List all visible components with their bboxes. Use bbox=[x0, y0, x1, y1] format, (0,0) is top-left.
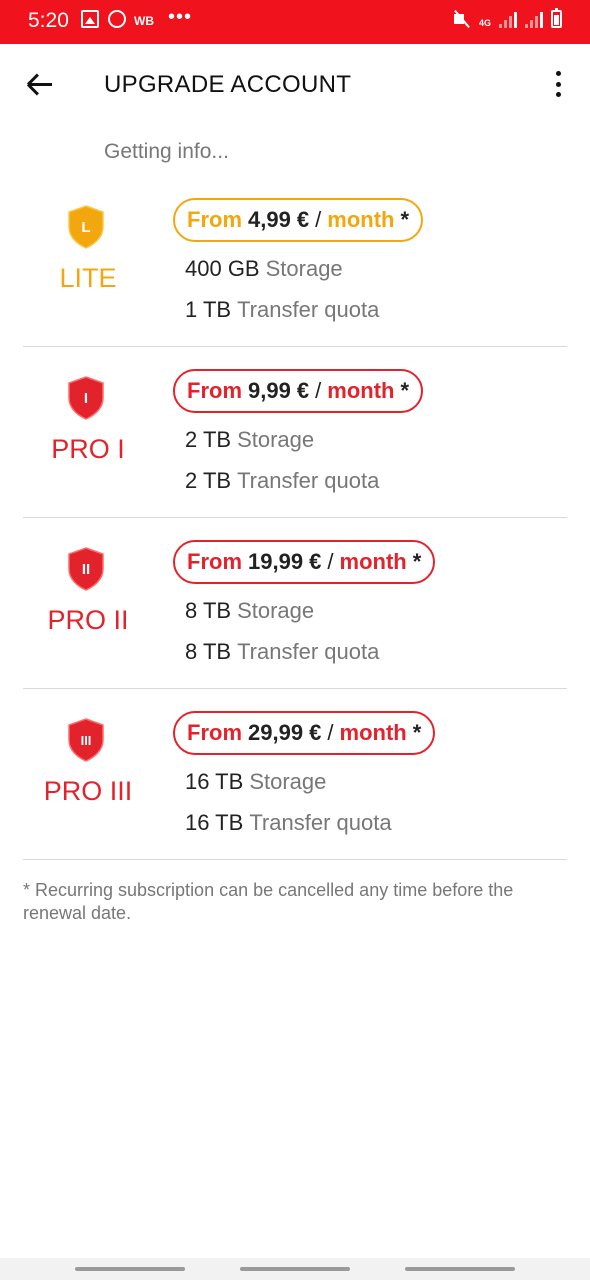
plan-badge: II bbox=[82, 561, 90, 578]
transfer-label: Transfer quota bbox=[237, 639, 380, 664]
plan-badge: III bbox=[81, 733, 92, 748]
transfer-label: Transfer quota bbox=[237, 297, 380, 322]
signal-icon-2 bbox=[525, 12, 543, 28]
app-toolbar: UPGRADE ACCOUNT bbox=[0, 44, 590, 126]
transfer-label: Transfer quota bbox=[249, 810, 392, 835]
subscription-footnote: * Recurring subscription can be cancelle… bbox=[23, 880, 514, 923]
carrier-tag: WB bbox=[134, 14, 154, 28]
storage-amount: 400 GB bbox=[185, 256, 260, 281]
plan-shield-icon: II bbox=[66, 547, 106, 591]
storage-feature: 8 TB Storage bbox=[185, 598, 314, 624]
more-notifications-icon: ••• bbox=[168, 6, 193, 28]
page-title: UPGRADE ACCOUNT bbox=[104, 71, 352, 98]
storage-feature: 2 TB Storage bbox=[185, 427, 314, 453]
nav-handle-right[interactable] bbox=[405, 1267, 515, 1271]
status-time: 5:20 bbox=[28, 9, 69, 32]
plan-name: PRO II bbox=[47, 605, 129, 635]
price-asterisk: * bbox=[400, 207, 410, 232]
storage-amount: 16 TB bbox=[185, 769, 244, 794]
price-separator: / bbox=[315, 378, 322, 403]
price-period: month bbox=[327, 207, 395, 232]
plan-row[interactable]: III PRO III From 29,99 € / month * 16 TB… bbox=[23, 690, 567, 860]
plan-badge: L bbox=[81, 219, 90, 236]
transfer-amount: 16 TB bbox=[185, 810, 244, 835]
transfer-feature: 16 TB Transfer quota bbox=[185, 810, 392, 836]
price-badge[interactable]: From 29,99 € / month * bbox=[173, 711, 436, 755]
signal-icon bbox=[499, 12, 517, 28]
storage-label: Storage bbox=[265, 256, 343, 281]
price-separator: / bbox=[315, 207, 322, 232]
price-badge[interactable]: From 4,99 € / month * bbox=[173, 198, 424, 242]
price-prefix: From bbox=[187, 549, 242, 574]
loading-info-text: Getting info... bbox=[104, 140, 229, 163]
storage-label: Storage bbox=[249, 769, 327, 794]
storage-amount: 2 TB bbox=[185, 427, 232, 452]
price-asterisk: * bbox=[412, 549, 422, 574]
more-options-button[interactable] bbox=[548, 68, 568, 100]
transfer-feature: 2 TB Transfer quota bbox=[185, 468, 379, 494]
transfer-amount: 1 TB bbox=[185, 297, 232, 322]
price-prefix: From bbox=[187, 720, 242, 745]
back-button[interactable] bbox=[22, 66, 58, 102]
transfer-feature: 8 TB Transfer quota bbox=[185, 639, 379, 665]
price-prefix: From bbox=[187, 207, 242, 232]
price-period: month bbox=[339, 720, 407, 745]
plan-shield-icon: I bbox=[66, 376, 106, 420]
price-amount: 4,99 € bbox=[248, 207, 310, 232]
transfer-amount: 2 TB bbox=[185, 468, 232, 493]
status-bar: 5:20 WB ••• 4G bbox=[0, 0, 590, 44]
price-period: month bbox=[339, 549, 407, 574]
plan-shield-icon: III bbox=[66, 718, 106, 762]
price-amount: 19,99 € bbox=[248, 549, 322, 574]
more-vertical-icon bbox=[555, 71, 561, 76]
plan-shield-icon: L bbox=[66, 205, 106, 249]
storage-label: Storage bbox=[237, 598, 315, 623]
price-amount: 29,99 € bbox=[248, 720, 322, 745]
price-separator: / bbox=[327, 549, 334, 574]
price-separator: / bbox=[327, 720, 334, 745]
storage-amount: 8 TB bbox=[185, 598, 232, 623]
plan-row[interactable]: I PRO I From 9,99 € / month * 2 TB Storag… bbox=[23, 348, 567, 518]
price-prefix: From bbox=[187, 378, 242, 403]
storage-feature: 400 GB Storage bbox=[185, 256, 343, 282]
price-badge[interactable]: From 9,99 € / month * bbox=[173, 369, 424, 413]
plan-row[interactable]: L LITE From 4,99 € / month * 400 GB Stora… bbox=[23, 177, 567, 347]
plan-badge: I bbox=[84, 390, 88, 407]
battery-icon bbox=[551, 8, 562, 28]
plan-row[interactable]: II PRO II From 19,99 € / month * 8 TB Sto… bbox=[23, 519, 567, 689]
network-type: 4G bbox=[478, 18, 491, 28]
price-asterisk: * bbox=[400, 378, 410, 403]
transfer-label: Transfer quota bbox=[237, 468, 380, 493]
price-period: month bbox=[327, 378, 395, 403]
transfer-feature: 1 TB Transfer quota bbox=[185, 297, 379, 323]
price-amount: 9,99 € bbox=[248, 378, 310, 403]
gallery-icon bbox=[81, 10, 99, 28]
mute-icon bbox=[453, 10, 471, 28]
status-indicators: 4G bbox=[453, 8, 562, 28]
price-asterisk: * bbox=[412, 720, 422, 745]
plan-name: PRO I bbox=[51, 434, 125, 464]
system-nav-bar bbox=[0, 1258, 590, 1280]
transfer-amount: 8 TB bbox=[185, 639, 232, 664]
storage-feature: 16 TB Storage bbox=[185, 769, 326, 795]
plan-name: LITE bbox=[59, 263, 117, 293]
price-badge[interactable]: From 19,99 € / month * bbox=[173, 540, 436, 584]
nav-handle-center[interactable] bbox=[240, 1267, 350, 1271]
nav-handle-left[interactable] bbox=[75, 1267, 185, 1271]
storage-label: Storage bbox=[237, 427, 315, 452]
sync-icon bbox=[108, 10, 126, 28]
plan-name: PRO III bbox=[43, 776, 133, 806]
